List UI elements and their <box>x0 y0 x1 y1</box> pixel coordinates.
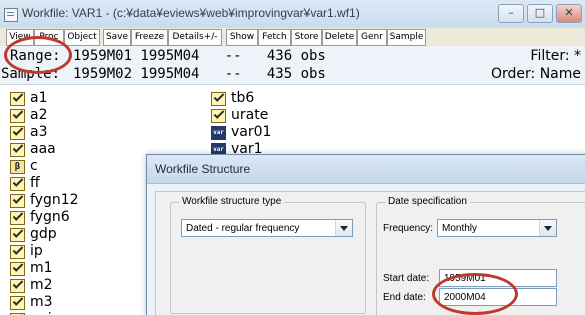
workfile-info: Range: 1959M01 1995M04 -- 436 obs Filter… <box>0 46 585 85</box>
object-name: fygn12 <box>30 192 79 208</box>
annotation-circle-range <box>4 36 72 74</box>
store-button[interactable]: Store <box>291 29 322 46</box>
object-name: a3 <box>30 124 48 140</box>
delete-button[interactable]: Delete <box>322 29 357 46</box>
series-icon <box>10 296 25 310</box>
range-value[interactable]: 1959M01 1995M04 -- 436 obs <box>73 48 326 64</box>
frequency-value: Monthly <box>442 223 478 234</box>
series-icon <box>10 211 25 225</box>
workfile-structure-dialog: Workfile Structure Workfile structure ty… <box>146 154 585 315</box>
close-button[interactable]: ✕ <box>556 4 582 23</box>
series-icon <box>211 92 226 106</box>
title-bar[interactable]: Workfile: VAR1 - (c:¥data¥eviews¥web¥imp… <box>0 0 585 29</box>
chevron-down-icon[interactable] <box>539 220 556 236</box>
order-text[interactable]: Order: Name <box>491 66 581 82</box>
series-icon <box>10 92 25 106</box>
workfile-window: Workfile: VAR1 - (c:¥data¥eviews¥web¥imp… <box>0 0 585 315</box>
object-name: ip <box>30 243 43 259</box>
object-name: fygn6 <box>30 209 70 225</box>
workfile-icon <box>4 8 18 22</box>
structure-type-group: Workfile structure type Dated - regular … <box>170 196 366 314</box>
details-button[interactable]: Details+/- <box>168 29 222 46</box>
object-name: m3 <box>30 294 53 310</box>
maximize-button[interactable]: □ <box>527 4 553 23</box>
series-icon <box>10 262 25 276</box>
var-icon: var <box>211 126 226 140</box>
frequency-select[interactable]: Monthly <box>437 219 557 237</box>
chevron-down-icon[interactable] <box>335 220 352 236</box>
object-name: ff <box>30 175 40 191</box>
show-button[interactable]: Show <box>226 29 258 46</box>
object-button[interactable]: Object <box>64 29 100 46</box>
dialog-body: Workfile structure type Dated - regular … <box>155 191 585 315</box>
object-name: ppi <box>30 311 52 315</box>
frequency-label: Frequency: <box>383 223 434 234</box>
series-icon <box>10 245 25 259</box>
structure-type-select[interactable]: Dated - regular frequency <box>181 219 353 237</box>
genr-button[interactable]: Genr <box>357 29 387 46</box>
series-icon <box>10 143 25 157</box>
series-icon <box>10 279 25 293</box>
object-name: m1 <box>30 260 53 276</box>
series-icon <box>10 109 25 123</box>
start-date-label: Start date: <box>383 273 430 284</box>
toolbar: View Proc Object Save Freeze Details+/- … <box>0 28 585 47</box>
date-spec-label: Date specification <box>385 196 470 207</box>
object-name: m2 <box>30 277 53 293</box>
object-name: urate <box>231 107 269 123</box>
end-date-label: End date: <box>383 292 426 303</box>
minimize-button[interactable]: – <box>498 4 524 23</box>
object-name: c <box>30 158 38 174</box>
sample-value[interactable]: 1959M02 1995M04 -- 435 obs <box>73 66 326 82</box>
object-name: var01 <box>231 124 272 140</box>
structure-type-value: Dated - regular frequency <box>186 223 300 234</box>
sample-button[interactable]: Sample <box>387 29 426 46</box>
series-icon <box>10 194 25 208</box>
object-name: gdp <box>30 226 57 242</box>
fetch-button[interactable]: Fetch <box>258 29 291 46</box>
series-icon <box>10 177 25 191</box>
save-button[interactable]: Save <box>103 29 131 46</box>
freeze-button[interactable]: Freeze <box>131 29 168 46</box>
object-name: a2 <box>30 107 48 123</box>
dialog-title-bar[interactable]: Workfile Structure <box>147 155 585 184</box>
dialog-title: Workfile Structure <box>155 162 251 176</box>
coef-icon: β <box>10 160 25 174</box>
series-icon <box>10 228 25 242</box>
object-name: tb6 <box>231 90 255 106</box>
structure-type-label: Workfile structure type <box>179 196 285 207</box>
filter-text[interactable]: Filter: * <box>530 48 581 64</box>
object-name: a1 <box>30 90 48 106</box>
series-icon <box>211 109 226 123</box>
object-name: aaa <box>30 141 56 157</box>
window-title: Workfile: VAR1 - (c:¥data¥eviews¥web¥imp… <box>22 6 360 20</box>
series-icon <box>10 126 25 140</box>
annotation-circle-end-date <box>432 273 518 315</box>
